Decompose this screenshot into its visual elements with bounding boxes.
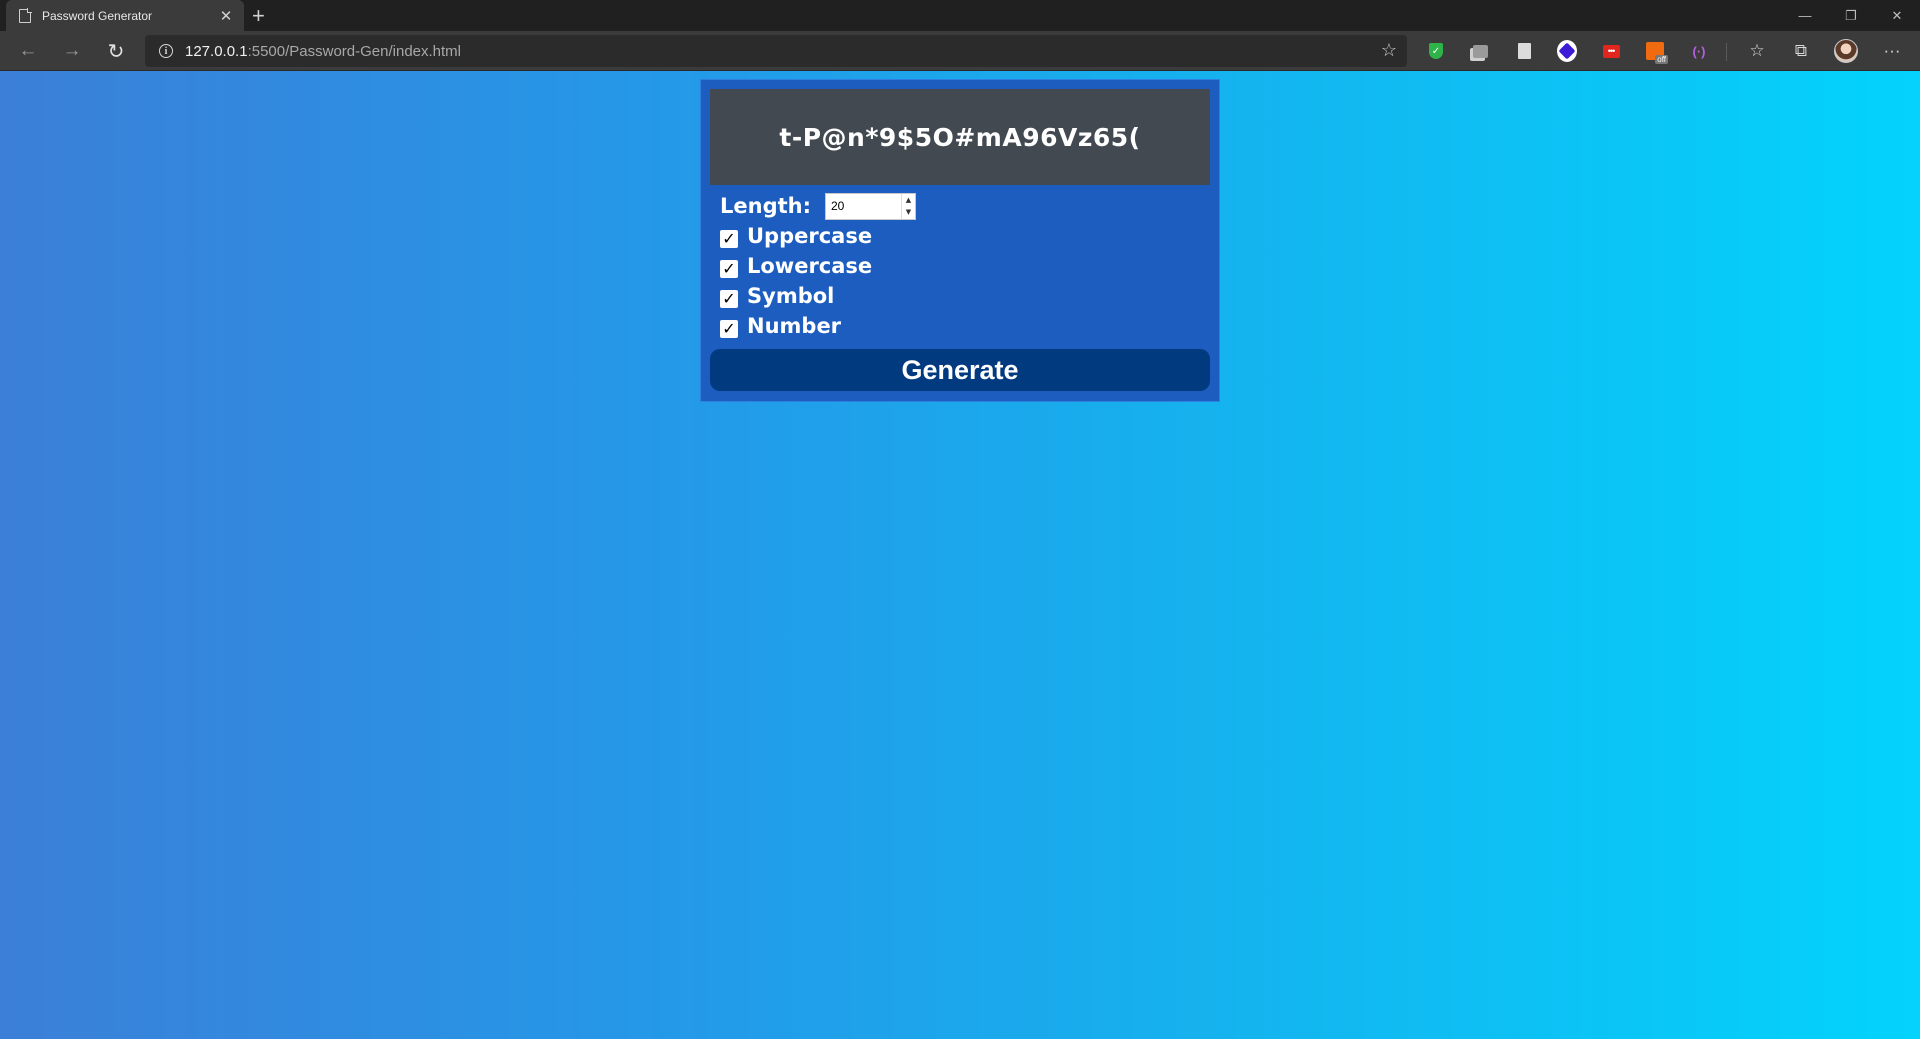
tab-close-icon[interactable]: ✕ <box>216 7 236 25</box>
spin-down-icon[interactable]: ▼ <box>902 206 915 219</box>
forward-icon[interactable]: → <box>60 40 84 62</box>
uppercase-checkbox[interactable]: ✓ <box>720 229 738 248</box>
refresh-icon[interactable]: ↻ <box>104 40 128 63</box>
password-generator-card: t-P@n*9$5O#mA96Vz65( Length: 20 ▲ ▼ ✓ Up… <box>700 79 1220 402</box>
password-display: t-P@n*9$5O#mA96Vz65( <box>710 89 1210 185</box>
more-menu-icon[interactable]: ··· <box>1880 39 1904 63</box>
circle-extension-icon[interactable] <box>1557 40 1577 62</box>
option-symbol[interactable]: ✓ Symbol <box>720 281 1210 311</box>
number-label: Number <box>747 314 842 338</box>
option-lowercase[interactable]: ✓ Lowercase <box>720 251 1210 281</box>
close-window-button[interactable]: ✕ <box>1874 0 1920 31</box>
url-path: :5500/Password-Gen/index.html <box>247 42 462 60</box>
url-text[interactable]: 127.0.0.1:5500/Password-Gen/index.html <box>185 43 461 60</box>
lowercase-label: Lowercase <box>747 254 873 278</box>
browser-tab[interactable]: Password Generator ✕ <box>6 0 244 31</box>
window-controls: — ❐ ✕ <box>1782 0 1920 31</box>
length-value[interactable]: 20 <box>826 194 901 219</box>
minimize-button[interactable]: — <box>1782 0 1828 31</box>
info-icon[interactable]: i <box>159 44 173 58</box>
uppercase-label: Uppercase <box>747 224 873 248</box>
document-extension-icon[interactable] <box>1514 41 1534 61</box>
collections-icon[interactable]: ⧉ <box>1789 39 1813 63</box>
url-host: 127.0.0.1 <box>185 42 248 60</box>
option-uppercase[interactable]: ✓ Uppercase <box>720 221 1210 251</box>
copy-extension-icon[interactable] <box>1470 41 1490 61</box>
symbol-label: Symbol <box>747 284 835 308</box>
restore-button[interactable]: ❐ <box>1828 0 1874 31</box>
favorites-icon[interactable]: ☆ <box>1745 39 1769 63</box>
symbol-checkbox[interactable]: ✓ <box>720 289 738 308</box>
toolbar-divider <box>1726 43 1727 61</box>
number-checkbox[interactable]: ✓ <box>720 319 738 338</box>
back-icon[interactable]: ← <box>16 40 40 62</box>
address-bar[interactable]: i 127.0.0.1:5500/Password-Gen/index.html… <box>145 35 1407 67</box>
length-row: Length: 20 ▲ ▼ <box>720 191 1210 221</box>
browser-toolbar: ← → ↻ i 127.0.0.1:5500/Password-Gen/inde… <box>0 31 1920 71</box>
tab-title: Password Generator <box>42 8 153 23</box>
lowercase-checkbox[interactable]: ✓ <box>720 259 738 278</box>
shield-extension-icon[interactable]: ✓ <box>1426 41 1446 61</box>
length-spinner[interactable]: ▲ ▼ <box>901 193 915 219</box>
spin-up-icon[interactable]: ▲ <box>902 194 915 207</box>
option-number[interactable]: ✓ Number <box>720 311 1210 341</box>
profile-avatar[interactable] <box>1834 39 1858 63</box>
favorite-star-icon[interactable]: ☆ <box>1381 40 1397 61</box>
length-input[interactable]: 20 ▲ ▼ <box>825 192 916 220</box>
new-tab-icon[interactable]: + <box>252 3 265 29</box>
length-label: Length: <box>720 194 811 218</box>
tab-strip: Password Generator ✕ + — ❐ ✕ <box>0 0 1920 31</box>
generate-button[interactable]: Generate <box>710 349 1210 391</box>
options-panel: Length: 20 ▲ ▼ ✓ Uppercase ✓ Lowercase ✓ <box>710 185 1210 341</box>
page-viewport: t-P@n*9$5O#mA96Vz65( Length: 20 ▲ ▼ ✓ Up… <box>0 71 1920 1039</box>
orange-extension-icon[interactable]: off <box>1645 41 1668 64</box>
red-extension-icon[interactable]: ••• <box>1601 41 1621 61</box>
page-icon <box>19 8 32 23</box>
purple-extension-icon[interactable]: (·) <box>1689 41 1709 61</box>
